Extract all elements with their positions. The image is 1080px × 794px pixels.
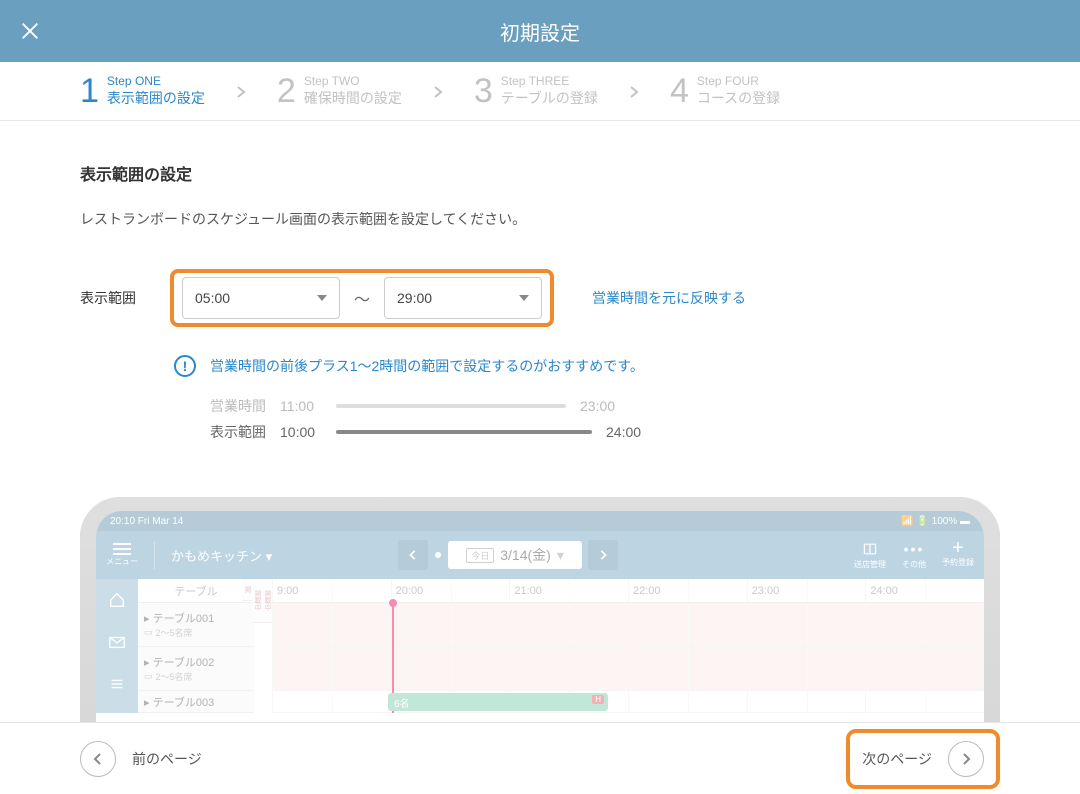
chevron-right-icon — [235, 85, 247, 97]
table-row: ▸ テーブル001 ▭ 2〜5名席 — [138, 603, 254, 647]
shop-selector: かもめキッチン ▾ — [171, 546, 272, 565]
caret-down-icon — [519, 295, 529, 301]
add-reservation-icon: +予約登録 — [942, 541, 974, 570]
more-icon: •••その他 — [902, 541, 926, 570]
step-2[interactable]: 2 Step TWO 確保時間の設定 — [277, 74, 402, 108]
step-3[interactable]: 3 Step THREE テーブルの登録 — [474, 74, 598, 108]
home-icon — [108, 591, 126, 609]
table-header: テーブル — [138, 579, 254, 603]
time-range-highlight: 05:00 〜 29:00 — [170, 269, 554, 327]
start-time-select[interactable]: 05:00 — [182, 277, 340, 319]
section-desc: レストランボードのスケジュール画面の表示範囲を設定してください。 — [80, 209, 1000, 229]
tablet-preview: 20:10 Fri Mar 14 📶 🔋 100% ▬ メニュー かもめキッチン… — [80, 497, 1000, 727]
next-page-button[interactable]: 次のページ — [862, 741, 984, 777]
page-title: 初期設定 — [20, 17, 1060, 46]
chevron-right-icon — [628, 85, 640, 97]
shop-manage-icon: 送店管理 — [854, 541, 886, 570]
end-time-select[interactable]: 29:00 — [384, 277, 542, 319]
step-4[interactable]: 4 Step FOUR コースの登録 — [670, 74, 780, 108]
range-separator: 〜 — [354, 286, 370, 310]
chevron-left-icon — [80, 741, 116, 777]
close-button[interactable] — [18, 19, 42, 43]
reflect-hours-link[interactable]: 営業時間を元に反映する — [592, 288, 746, 308]
step-1[interactable]: 1 Step ONE 表示範囲の設定 — [80, 74, 205, 108]
hint-text: 営業時間の前後プラス1〜2時間の範囲で設定するのがおすすめです。 — [210, 356, 644, 376]
biz-hours-bar — [336, 404, 566, 408]
table-row: ▸ テーブル003 — [138, 691, 254, 713]
list-icon — [108, 675, 126, 693]
date-display: 今日 3/14(金) ▾ — [448, 541, 582, 569]
chevron-right-icon — [948, 741, 984, 777]
table-row: ▸ テーブル002 ▭ 2〜5名席 — [138, 647, 254, 691]
section-title: 表示範囲の設定 — [80, 161, 1000, 185]
next-date-button — [588, 540, 618, 570]
status-battery: 📶 🔋 100% ▬ — [901, 516, 970, 527]
chevron-right-icon — [432, 85, 444, 97]
caret-down-icon — [317, 295, 327, 301]
prev-page-button[interactable]: 前のページ — [80, 741, 202, 777]
disp-range-label: 表示範囲 — [210, 422, 266, 442]
info-icon: ! — [174, 355, 196, 377]
range-label: 表示範囲 — [80, 288, 156, 308]
disp-range-bar — [336, 430, 592, 434]
mail-icon — [108, 633, 126, 651]
reservation-block: 6名 H — [388, 693, 608, 711]
menu-icon: メニュー — [106, 543, 138, 567]
stepper: 1 Step ONE 表示範囲の設定 2 Step TWO 確保時間の設定 3 … — [0, 62, 1080, 121]
prev-date-button — [398, 540, 428, 570]
biz-hours-label: 営業時間 — [210, 396, 266, 416]
status-time: 20:10 Fri Mar 14 — [110, 516, 183, 527]
